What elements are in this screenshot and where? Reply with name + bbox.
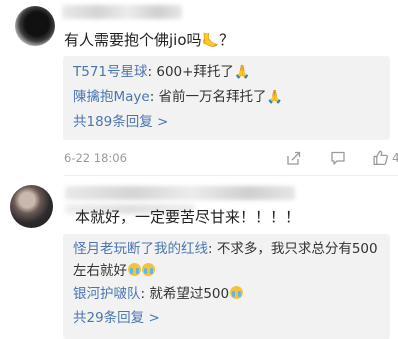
reply-item: 陳擒抱Maye: 省前一万名拜托了🙏 xyxy=(73,85,380,110)
more-replies-link[interactable]: 共189条回复 > xyxy=(73,110,380,134)
reply-box: T571号星球: 600+拜托了🙏 陳擒抱Maye: 省前一万名拜托了🙏 共18… xyxy=(63,56,390,140)
comment-text-suffix: ？ xyxy=(218,31,234,49)
comment-text-body: 有人需要抱个佛jio吗 xyxy=(64,31,202,49)
reply-box: 怪月老玩断了我的红线: 不求多，我只求总分有500左右就好 银河护啵队: 就希望… xyxy=(63,234,390,339)
comment-meta-row: 6-22 18:06 436 xyxy=(64,150,398,168)
comment-text: 有人需要抱个佛jio吗🦶？ xyxy=(64,29,234,50)
crying-emoji-icon xyxy=(142,263,155,276)
share-icon[interactable] xyxy=(285,150,301,166)
reply-text: : 就希望过500 xyxy=(140,286,230,302)
reply-user-link[interactable]: 银河护啵队 xyxy=(73,286,141,302)
crying-emoji-icon xyxy=(128,263,141,276)
reply-text: : 省前一万名拜托了 xyxy=(149,89,267,105)
username-blurred[interactable] xyxy=(65,186,295,200)
avatar[interactable] xyxy=(15,6,55,46)
reply-item: 怪月老玩断了我的红线: 不求多，我只求总分有500左右就好 xyxy=(73,238,380,282)
crying-emoji-icon xyxy=(230,286,244,299)
comment-icon[interactable] xyxy=(330,150,346,166)
reply-text: : 600+拜托了 xyxy=(147,64,234,80)
reply-item: 银河护啵队: 就希望过500 xyxy=(73,282,380,306)
pray-emoji-icon: 🙏 xyxy=(266,90,283,105)
like-count: 436 xyxy=(392,151,398,165)
comment-divider xyxy=(64,175,398,176)
avatar[interactable] xyxy=(10,185,53,228)
comment-timestamp: 6-22 18:06 xyxy=(64,151,127,165)
foot-emoji-icon: 🦶 xyxy=(201,33,219,49)
pray-emoji-icon: 🙏 xyxy=(233,65,251,80)
reply-user-link[interactable]: 陳擒抱Maye xyxy=(73,89,150,105)
reply-user-link[interactable]: T571号星球 xyxy=(73,64,148,80)
reply-user-link[interactable]: 怪月老玩断了我的红线 xyxy=(73,241,208,257)
reply-item: T571号星球: 600+拜托了🙏 xyxy=(73,60,380,85)
comment-text: 本就好，一定要苦尽甘来！！！！ xyxy=(75,208,301,226)
username-blurred[interactable] xyxy=(62,5,182,19)
more-replies-link[interactable]: 共29条回复 > xyxy=(73,306,380,330)
